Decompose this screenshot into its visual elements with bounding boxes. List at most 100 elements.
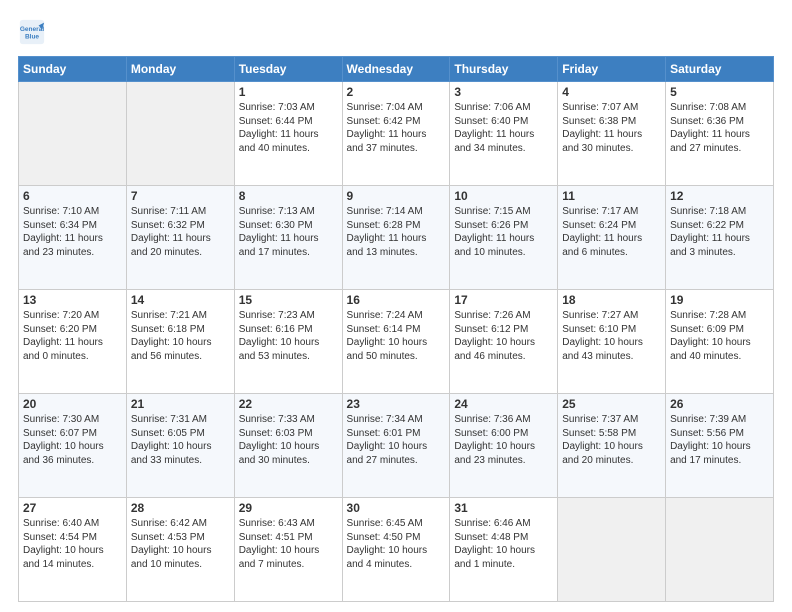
day-info: Sunrise: 7:26 AM Sunset: 6:12 PM Dayligh… (454, 309, 553, 363)
calendar-cell: 2 Sunrise: 7:04 AM Sunset: 6:42 PM Daylig… (342, 82, 450, 186)
calendar-cell: 3 Sunrise: 7:06 AM Sunset: 6:40 PM Daylig… (450, 82, 558, 186)
day-info: Sunrise: 6:45 AM Sunset: 4:50 PM Dayligh… (347, 517, 446, 571)
day-number: 3 (454, 85, 553, 99)
calendar-cell: 26Sunrise: 7:39 AM Sunset: 5:56 PM Dayli… (666, 394, 774, 498)
weekday-header-row: SundayMondayTuesdayWednesdayThursdayFrid… (19, 57, 774, 82)
day-info: Sunrise: 7:30 AM Sunset: 6:07 PM Dayligh… (23, 413, 122, 467)
day-info: Sunrise: 6:46 AM Sunset: 4:48 PM Dayligh… (454, 517, 553, 571)
day-number: 11 (562, 189, 661, 203)
day-info: Sunrise: 6:42 AM Sunset: 4:53 PM Dayligh… (131, 517, 230, 571)
calendar-week-row: 13 Sunrise: 7:20 AM Sunset: 6:20 PM Dayli… (19, 290, 774, 394)
day-info: Sunrise: 7:11 AM Sunset: 6:32 PM Dayligh… (131, 205, 230, 259)
day-number: 21 (131, 397, 230, 411)
day-number: 14 (131, 293, 230, 307)
day-number: 25 (562, 397, 661, 411)
logo: General Blue (18, 18, 50, 46)
calendar-cell: 11 Sunrise: 7:17 AM Sunset: 6:24 PM Dayli… (558, 186, 666, 290)
weekday-header-cell: Thursday (450, 57, 558, 82)
day-info: Sunrise: 7:14 AM Sunset: 6:28 PM Dayligh… (347, 205, 446, 259)
calendar-cell: 25 Sunrise: 7:37 AM Sunset: 5:58 PM Dayli… (558, 394, 666, 498)
day-info: Sunrise: 7:33 AM Sunset: 6:03 PM Dayligh… (239, 413, 338, 467)
day-info: Sunrise: 7:20 AM Sunset: 6:20 PM Dayligh… (23, 309, 122, 363)
day-number: 18 (562, 293, 661, 307)
weekday-header-cell: Friday (558, 57, 666, 82)
calendar-cell: 14 Sunrise: 7:21 AM Sunset: 6:18 PM Dayli… (126, 290, 234, 394)
day-number: 1 (239, 85, 338, 99)
calendar-week-row: 1 Sunrise: 7:03 AM Sunset: 6:44 PM Daylig… (19, 82, 774, 186)
day-number: 9 (347, 189, 446, 203)
day-info: Sunrise: 7:10 AM Sunset: 6:34 PM Dayligh… (23, 205, 122, 259)
calendar-cell: 7 Sunrise: 7:11 AM Sunset: 6:32 PM Daylig… (126, 186, 234, 290)
calendar-cell: 13 Sunrise: 7:20 AM Sunset: 6:20 PM Dayli… (19, 290, 127, 394)
calendar-cell: 18Sunrise: 7:27 AM Sunset: 6:10 PM Dayli… (558, 290, 666, 394)
day-info: Sunrise: 7:18 AM Sunset: 6:22 PM Dayligh… (670, 205, 769, 259)
svg-text:Blue: Blue (25, 34, 39, 41)
day-number: 13 (23, 293, 122, 307)
day-info: Sunrise: 7:15 AM Sunset: 6:26 PM Dayligh… (454, 205, 553, 259)
day-number: 28 (131, 501, 230, 515)
calendar-cell (666, 498, 774, 602)
calendar-cell: 24 Sunrise: 7:36 AM Sunset: 6:00 PM Dayli… (450, 394, 558, 498)
logo-icon: General Blue (18, 18, 46, 46)
day-info: Sunrise: 7:23 AM Sunset: 6:16 PM Dayligh… (239, 309, 338, 363)
day-number: 17 (454, 293, 553, 307)
day-number: 23 (347, 397, 446, 411)
day-info: Sunrise: 7:08 AM Sunset: 6:36 PM Dayligh… (670, 101, 769, 155)
day-info: Sunrise: 7:37 AM Sunset: 5:58 PM Dayligh… (562, 413, 661, 467)
calendar-cell: 16 Sunrise: 7:24 AM Sunset: 6:14 PM Dayli… (342, 290, 450, 394)
calendar-cell: 8Sunrise: 7:13 AM Sunset: 6:30 PM Daylig… (234, 186, 342, 290)
day-number: 10 (454, 189, 553, 203)
calendar-cell: 22Sunrise: 7:33 AM Sunset: 6:03 PM Dayli… (234, 394, 342, 498)
day-info: Sunrise: 7:17 AM Sunset: 6:24 PM Dayligh… (562, 205, 661, 259)
calendar-table: SundayMondayTuesdayWednesdayThursdayFrid… (18, 56, 774, 602)
calendar-cell (558, 498, 666, 602)
day-number: 15 (239, 293, 338, 307)
calendar-cell: 31 Sunrise: 6:46 AM Sunset: 4:48 PM Dayli… (450, 498, 558, 602)
day-number: 27 (23, 501, 122, 515)
day-number: 6 (23, 189, 122, 203)
day-info: Sunrise: 7:31 AM Sunset: 6:05 PM Dayligh… (131, 413, 230, 467)
day-number: 16 (347, 293, 446, 307)
weekday-header-cell: Wednesday (342, 57, 450, 82)
calendar-cell: 1 Sunrise: 7:03 AM Sunset: 6:44 PM Daylig… (234, 82, 342, 186)
day-info: Sunrise: 7:24 AM Sunset: 6:14 PM Dayligh… (347, 309, 446, 363)
calendar-cell: 9 Sunrise: 7:14 AM Sunset: 6:28 PM Daylig… (342, 186, 450, 290)
day-number: 24 (454, 397, 553, 411)
day-number: 8 (239, 189, 338, 203)
calendar-cell: 23 Sunrise: 7:34 AM Sunset: 6:01 PM Dayli… (342, 394, 450, 498)
weekday-header-cell: Monday (126, 57, 234, 82)
calendar-cell (126, 82, 234, 186)
page: General Blue SundayMondayTuesdayWednesda… (0, 0, 792, 612)
calendar-cell: 19Sunrise: 7:28 AM Sunset: 6:09 PM Dayli… (666, 290, 774, 394)
day-info: Sunrise: 6:43 AM Sunset: 4:51 PM Dayligh… (239, 517, 338, 571)
calendar-cell: 5 Sunrise: 7:08 AM Sunset: 6:36 PM Daylig… (666, 82, 774, 186)
day-info: Sunrise: 7:07 AM Sunset: 6:38 PM Dayligh… (562, 101, 661, 155)
day-info: Sunrise: 7:06 AM Sunset: 6:40 PM Dayligh… (454, 101, 553, 155)
day-number: 5 (670, 85, 769, 99)
day-info: Sunrise: 6:40 AM Sunset: 4:54 PM Dayligh… (23, 517, 122, 571)
calendar-cell: 20 Sunrise: 7:30 AM Sunset: 6:07 PM Dayli… (19, 394, 127, 498)
day-number: 30 (347, 501, 446, 515)
calendar-cell: 15 Sunrise: 7:23 AM Sunset: 6:16 PM Dayli… (234, 290, 342, 394)
weekday-header-cell: Sunday (19, 57, 127, 82)
day-number: 31 (454, 501, 553, 515)
calendar-body: 1 Sunrise: 7:03 AM Sunset: 6:44 PM Daylig… (19, 82, 774, 602)
day-number: 4 (562, 85, 661, 99)
day-number: 19 (670, 293, 769, 307)
weekday-header-cell: Saturday (666, 57, 774, 82)
header: General Blue (18, 18, 774, 46)
day-info: Sunrise: 7:04 AM Sunset: 6:42 PM Dayligh… (347, 101, 446, 155)
calendar-cell: 6 Sunrise: 7:10 AM Sunset: 6:34 PM Daylig… (19, 186, 127, 290)
day-info: Sunrise: 7:36 AM Sunset: 6:00 PM Dayligh… (454, 413, 553, 467)
day-info: Sunrise: 7:34 AM Sunset: 6:01 PM Dayligh… (347, 413, 446, 467)
day-info: Sunrise: 7:39 AM Sunset: 5:56 PM Dayligh… (670, 413, 769, 467)
day-info: Sunrise: 7:03 AM Sunset: 6:44 PM Dayligh… (239, 101, 338, 155)
day-number: 20 (23, 397, 122, 411)
weekday-header-cell: Tuesday (234, 57, 342, 82)
calendar-cell: 4 Sunrise: 7:07 AM Sunset: 6:38 PM Daylig… (558, 82, 666, 186)
day-number: 12 (670, 189, 769, 203)
day-number: 7 (131, 189, 230, 203)
calendar-week-row: 20 Sunrise: 7:30 AM Sunset: 6:07 PM Dayli… (19, 394, 774, 498)
day-number: 2 (347, 85, 446, 99)
day-info: Sunrise: 7:21 AM Sunset: 6:18 PM Dayligh… (131, 309, 230, 363)
